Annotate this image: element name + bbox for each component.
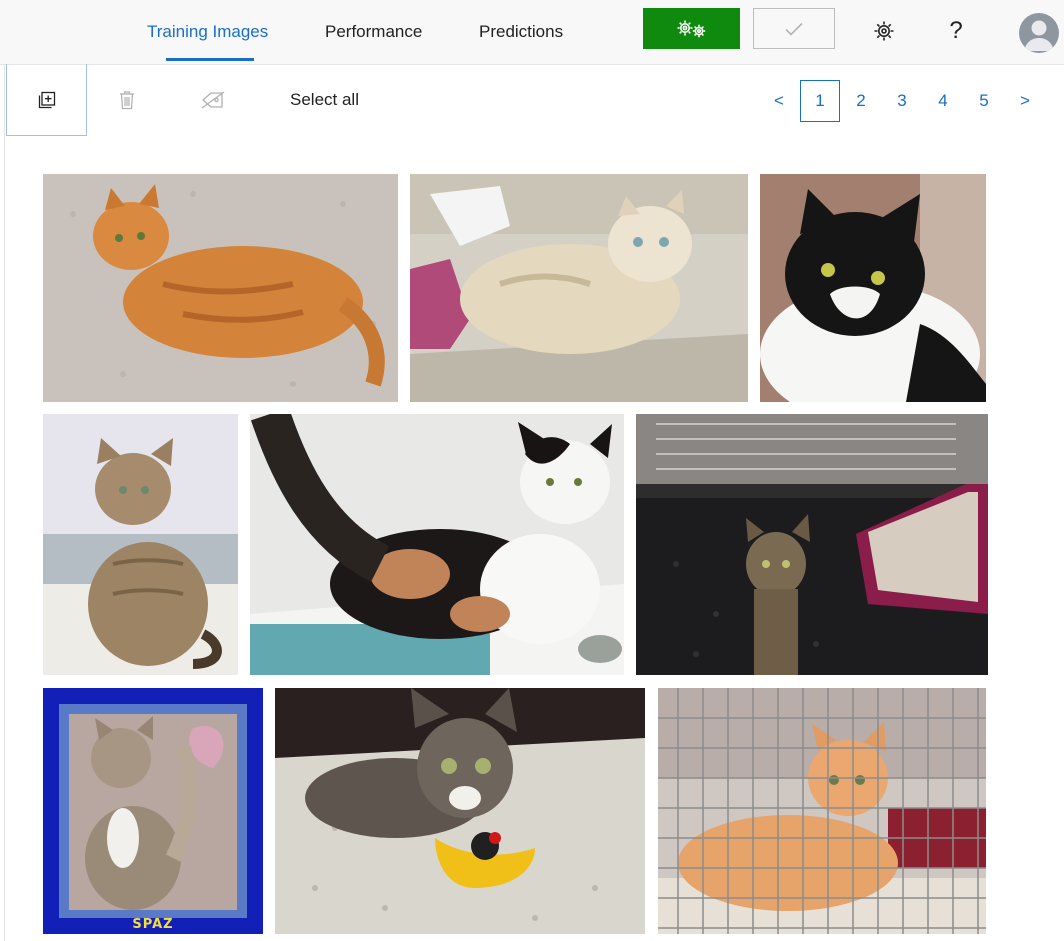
image-thumbnail-orange-kitten-cage[interactable]	[658, 688, 986, 934]
pagination-prev[interactable]: <	[759, 80, 799, 122]
active-tab-indicator	[166, 58, 254, 61]
cat-photo	[43, 414, 238, 675]
tab-predictions[interactable]: Predictions	[479, 22, 563, 42]
pagination-page-3[interactable]: 3	[882, 80, 922, 122]
cat-photo	[250, 414, 624, 675]
checkmark-icon	[785, 22, 803, 36]
image-thumbnail-tabby-sitting[interactable]	[43, 414, 238, 675]
tag-icon	[201, 91, 225, 109]
pagination-page-5[interactable]: 5	[964, 80, 1004, 122]
select-all-link[interactable]: Select all	[290, 90, 359, 110]
user-avatar-icon	[1024, 20, 1054, 51]
image-thumbnail-black-white-cat[interactable]	[760, 174, 986, 402]
tag-button[interactable]	[173, 64, 253, 136]
delete-button[interactable]	[87, 64, 167, 136]
cat-photo	[43, 174, 398, 402]
pagination-page-2[interactable]: 2	[841, 80, 881, 122]
gear-icon	[874, 21, 894, 41]
settings-button[interactable]	[869, 14, 899, 48]
image-thumbnail-orange-tabby-on-carpet[interactable]	[43, 174, 398, 402]
pagination-page-1[interactable]: 1	[800, 80, 840, 122]
image-thumbnail-calico-cat[interactable]	[250, 414, 624, 675]
image-thumbnail-tabby-with-toy[interactable]	[275, 688, 645, 934]
help-button[interactable]: ?	[941, 14, 971, 48]
quick-test-button[interactable]	[753, 8, 835, 49]
tab-performance[interactable]: Performance	[325, 22, 422, 42]
cat-photo	[636, 414, 988, 675]
add-images-button[interactable]	[6, 64, 87, 136]
gears-icon	[677, 20, 705, 37]
help-icon: ?	[949, 17, 963, 44]
trash-icon	[120, 91, 134, 110]
cat-photo	[275, 688, 645, 934]
cat-photo	[760, 174, 986, 402]
image-thumbnail-cream-cat-in-box[interactable]	[410, 174, 748, 402]
pagination-page-4[interactable]: 4	[923, 80, 963, 122]
top-bar: Training Images Performance Predictions	[0, 0, 1064, 65]
image-thumbnail-spaz-cat[interactable]: SPAZ	[43, 688, 263, 934]
tab-training-images[interactable]: Training Images	[147, 22, 268, 42]
image-caption: SPAZ	[132, 917, 174, 932]
avatar[interactable]	[1019, 13, 1059, 53]
left-rail-divider	[4, 64, 5, 941]
add-images-icon	[38, 91, 55, 108]
pagination-next[interactable]: >	[1005, 80, 1045, 122]
image-thumbnail-tabby-in-cage[interactable]	[636, 414, 988, 675]
train-button[interactable]	[643, 8, 740, 49]
cat-photo	[658, 688, 986, 934]
cat-photo	[410, 174, 748, 402]
cat-photo	[43, 688, 263, 934]
